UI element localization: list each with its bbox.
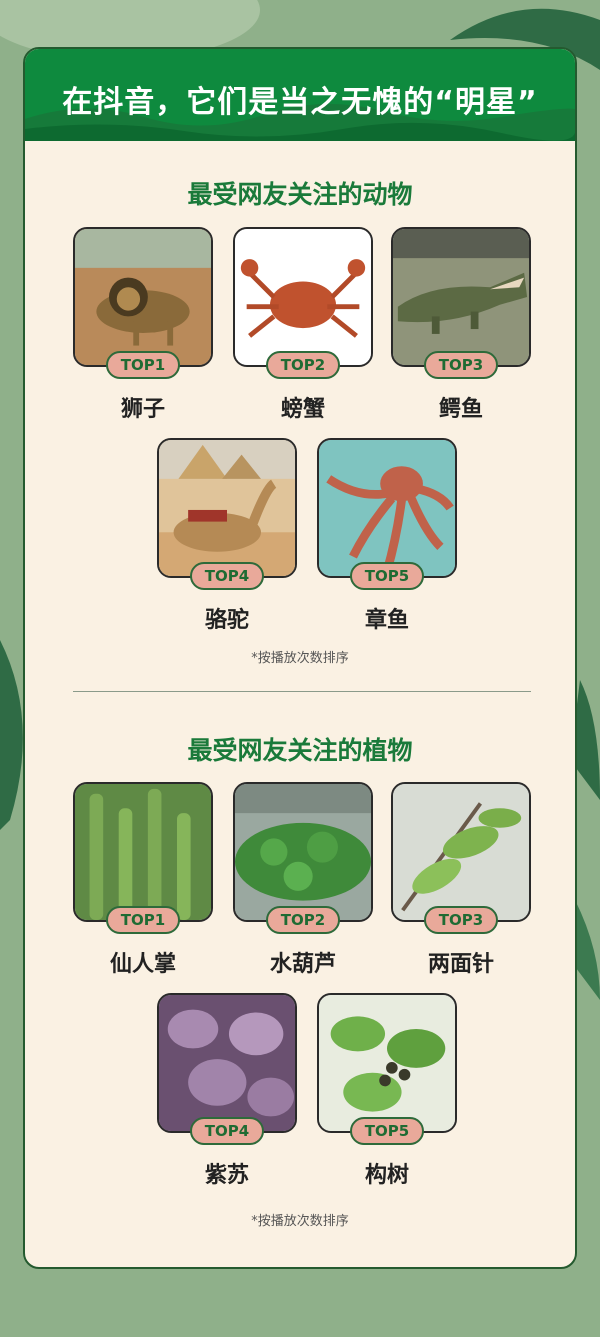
water-hyacinth-photo: [233, 782, 373, 922]
animal-item-camel: TOP4 骆驼: [157, 438, 299, 638]
animal-item-lion: TOP1 狮子: [73, 227, 215, 427]
rank-badge: TOP5: [350, 562, 424, 590]
item-name: 水葫芦: [269, 952, 336, 977]
item-name: 紫苏: [204, 1163, 249, 1188]
cactus-photo: [73, 782, 213, 922]
item-name: 构树: [364, 1163, 409, 1188]
crab-photo: [233, 227, 373, 367]
item-name: 仙人掌: [109, 952, 176, 977]
header-banner: 在抖音，它们是当之无愧的“明星”: [25, 49, 575, 141]
rank-badge: TOP2: [266, 351, 340, 379]
plant-item-zanthoxylum: TOP3 两面针: [391, 782, 533, 982]
item-name: 两面针: [427, 952, 494, 977]
plant-item-cactus: TOP1 仙人掌: [73, 782, 215, 982]
rank-badge: TOP1: [106, 906, 180, 934]
animal-item-octopus: TOP5 章鱼: [317, 438, 459, 638]
rank-badge: TOP2: [266, 906, 340, 934]
content-card: 在抖音，它们是当之无愧的“明星” 最受网友关注的动物 TOP1 狮子 TOP2 …: [23, 47, 577, 1269]
section-divider: [73, 691, 531, 692]
rank-badge: TOP3: [424, 906, 498, 934]
lion-photo: [73, 227, 213, 367]
item-name: 章鱼: [364, 608, 409, 633]
rank-badge: TOP1: [106, 351, 180, 379]
plant-item-paper-mulberry: TOP5 构树: [317, 993, 459, 1193]
item-name: 螃蟹: [280, 397, 325, 422]
octopus-photo: [317, 438, 457, 578]
rank-badge: TOP4: [190, 562, 264, 590]
animal-item-crocodile: TOP3 鳄鱼: [391, 227, 533, 427]
rank-badge: TOP4: [190, 1117, 264, 1145]
paper-mulberry-photo: [317, 993, 457, 1133]
page-title: 在抖音，它们是当之无愧的“明星”: [62, 85, 538, 120]
perilla-photo: [157, 993, 297, 1133]
plants-section-title: 最受网友关注的植物: [187, 736, 413, 765]
rank-badge: TOP3: [424, 351, 498, 379]
rank-badge: TOP5: [350, 1117, 424, 1145]
item-name: 鳄鱼: [438, 397, 483, 422]
animal-item-crab: TOP2 螃蟹: [233, 227, 375, 427]
item-name: 狮子: [120, 397, 165, 422]
item-name: 骆驼: [204, 608, 249, 633]
plant-item-perilla: TOP4 紫苏: [157, 993, 299, 1193]
crocodile-photo: [391, 227, 531, 367]
camel-photo: [157, 438, 297, 578]
animals-sort-note: *按播放次数排序: [251, 651, 349, 666]
plants-sort-note: *按播放次数排序: [251, 1214, 349, 1229]
plant-item-water-hyacinth: TOP2 水葫芦: [233, 782, 375, 982]
zanthoxylum-photo: [391, 782, 531, 922]
animals-section-title: 最受网友关注的动物: [187, 180, 413, 209]
